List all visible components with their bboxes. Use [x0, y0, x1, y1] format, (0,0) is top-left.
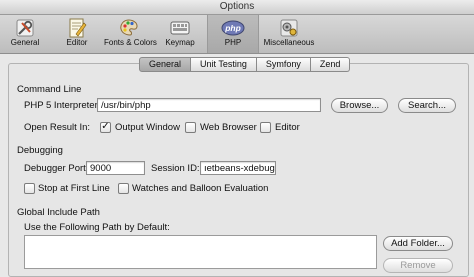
web-browser-label: Web Browser [200, 122, 257, 133]
session-id-label: Session ID: [151, 163, 200, 174]
php-icon: php [221, 20, 245, 36]
preferences-toolbar: General Editor Fonts & Colors Keymap php… [0, 15, 474, 54]
tab-general[interactable]: General [139, 57, 192, 72]
debugger-port-label: Debugger Port: [24, 163, 89, 174]
wrench-screwdriver-icon [16, 19, 34, 37]
search-button[interactable]: Search... [398, 98, 456, 113]
toolbar-label: PHP [224, 38, 242, 47]
toolbar-item-miscellaneous[interactable]: Miscellaneous [258, 15, 320, 53]
editor-checkbox[interactable] [260, 122, 271, 133]
include-path-header: Global Include Path [17, 207, 100, 218]
watches-label: Watches and Balloon Evaluation [132, 183, 269, 194]
browse-button[interactable]: Browse... [331, 98, 388, 113]
toolbar-item-editor[interactable]: Editor [50, 15, 104, 53]
editor-pencil-icon [69, 18, 87, 38]
remove-button[interactable]: Remove [383, 258, 453, 273]
toolbar-item-fonts-colors[interactable]: Fonts & Colors [104, 15, 157, 53]
tab-zend[interactable]: Zend [310, 57, 351, 72]
output-window-checkbox[interactable]: ✓ [100, 122, 111, 133]
web-browser-checkbox[interactable] [185, 122, 196, 133]
php-icon-text: php [224, 23, 241, 33]
window-title-bar: Options [0, 0, 474, 15]
include-path-list[interactable] [24, 235, 377, 269]
options-content: General Unit Testing Symfony Zend Comman… [0, 54, 474, 277]
command-line-header: Command Line [17, 84, 82, 95]
keyboard-icon [170, 21, 190, 35]
php-tab-bar: General Unit Testing Symfony Zend [139, 57, 351, 72]
interpreter-label: PHP 5 Interpreter: [24, 100, 101, 111]
toolbar-item-keymap[interactable]: Keymap [154, 15, 206, 53]
toolbar-label: Editor [66, 38, 88, 47]
stop-first-line-label: Stop at First Line [38, 183, 110, 194]
watches-checkbox[interactable] [118, 183, 129, 194]
editor-label: Editor [275, 122, 300, 133]
use-following-path-label: Use the Following Path by Default: [24, 222, 170, 233]
add-folder-button[interactable]: Add Folder... [383, 236, 453, 251]
interpreter-path-field[interactable]: /usr/bin/php [97, 98, 321, 112]
window-title: Options [219, 1, 255, 12]
miscellaneous-gears-icon [280, 19, 298, 37]
toolbar-label: Keymap [165, 38, 195, 47]
debugging-header: Debugging [17, 145, 63, 156]
toolbar-item-general[interactable]: General [0, 15, 50, 53]
stop-first-line-checkbox[interactable] [24, 183, 35, 194]
toolbar-label: General [10, 38, 40, 47]
output-window-label: Output Window [115, 122, 180, 133]
debugger-port-field[interactable]: 9000 [86, 161, 145, 175]
color-palette-icon [120, 19, 138, 36]
toolbar-label: Fonts & Colors [104, 38, 157, 47]
toolbar-item-php[interactable]: php PHP [207, 15, 259, 53]
tab-unit-testing[interactable]: Unit Testing [191, 57, 257, 72]
toolbar-label: Miscellaneous [263, 38, 315, 47]
session-id-field[interactable]: ıetbeans-xdebug [200, 161, 276, 175]
tab-symfony[interactable]: Symfony [256, 57, 311, 72]
open-result-label: Open Result In: [24, 122, 91, 133]
